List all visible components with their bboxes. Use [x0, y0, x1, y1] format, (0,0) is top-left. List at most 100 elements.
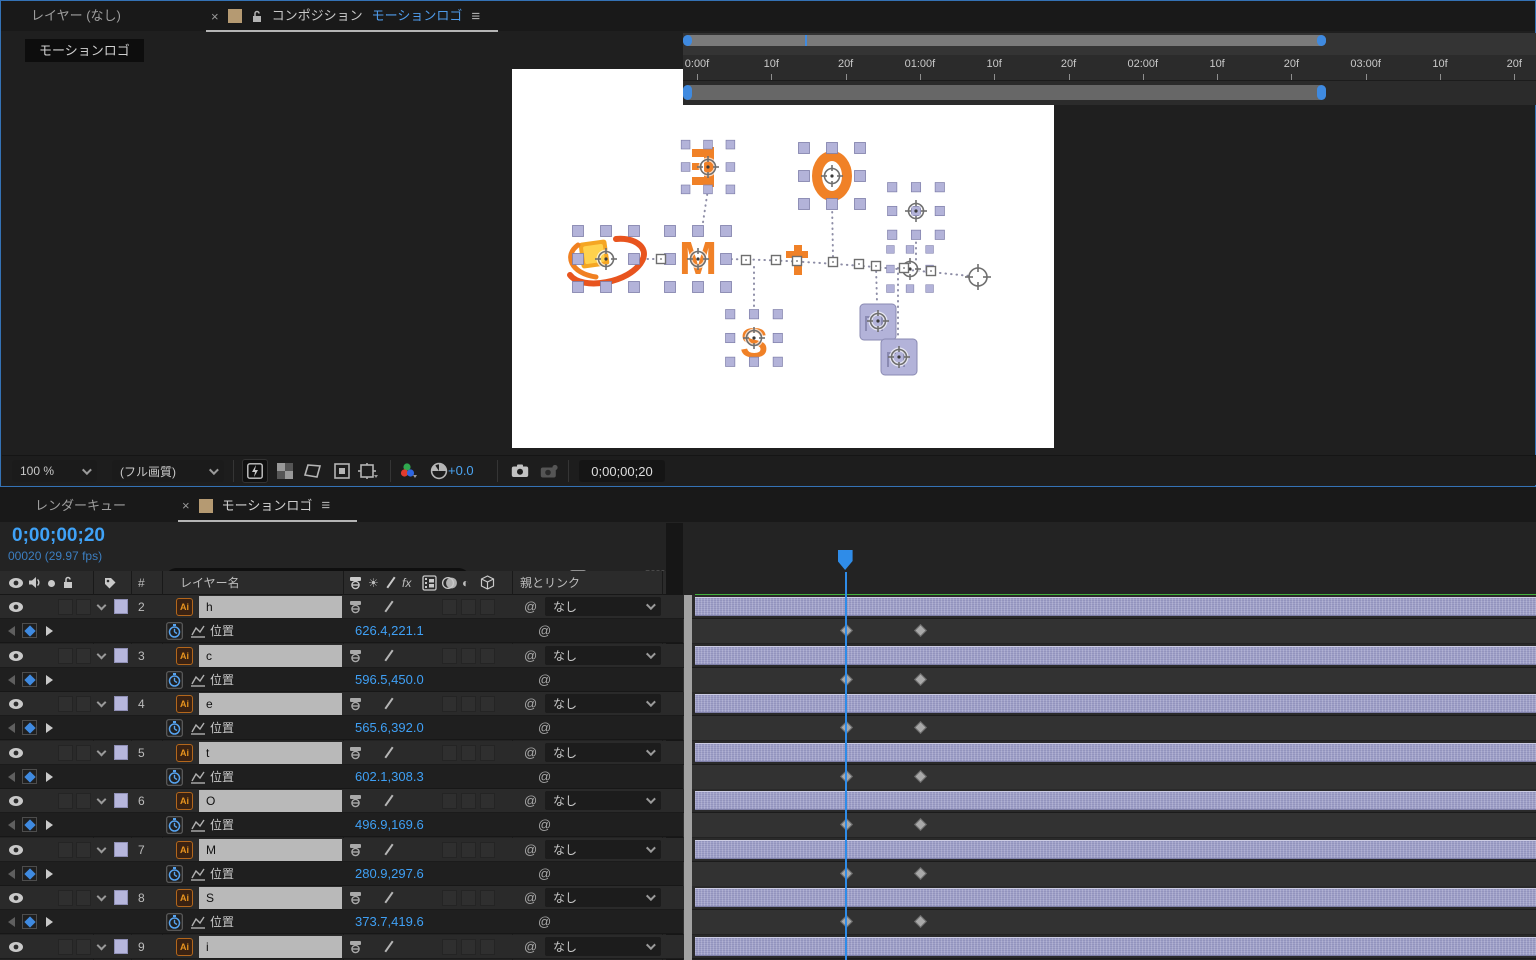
parent-pickwhip-icon[interactable]: @ [524, 886, 537, 910]
stopwatch-icon[interactable] [166, 719, 183, 737]
column-parent-link[interactable]: 親とリンク [520, 571, 580, 595]
tab-render-queue[interactable]: レンダーキュー [35, 491, 126, 521]
show-channel-button[interactable] [396, 459, 422, 483]
layer-duration-bar[interactable] [695, 597, 1536, 616]
layer-duration-bar[interactable] [695, 646, 1536, 665]
mask-visibility-button[interactable] [300, 459, 326, 483]
prev-keyframe-button[interactable] [8, 675, 15, 685]
property-pickwhip-icon[interactable]: @ [538, 619, 551, 643]
parent-dropdown[interactable]: なし [545, 937, 661, 956]
resolution-dropdown[interactable]: (フル画質) [112, 460, 224, 482]
prev-keyframe-button[interactable] [8, 626, 15, 636]
layer-row[interactable]: 3 Ai c @ なし [0, 644, 1536, 668]
stopwatch-icon[interactable] [166, 816, 183, 834]
prev-keyframe-button[interactable] [8, 869, 15, 879]
property-name[interactable]: 位置 [210, 765, 234, 789]
switch-box[interactable] [442, 793, 457, 809]
layer-duration-bar[interactable] [695, 937, 1536, 956]
stopwatch-icon[interactable] [166, 865, 183, 883]
stopwatch-icon[interactable] [166, 913, 183, 931]
switch-box[interactable] [480, 648, 495, 664]
parent-dropdown[interactable]: なし [545, 597, 661, 616]
audio-toggle[interactable] [58, 842, 73, 858]
add-keyframe-button[interactable] [22, 914, 37, 929]
solo-toggle[interactable] [76, 793, 91, 809]
grid-guide-options-button[interactable] [355, 459, 381, 483]
tab-layer-panel[interactable]: レイヤー (なし) [31, 1, 121, 31]
switch-box[interactable] [480, 793, 495, 809]
property-track[interactable] [683, 668, 1536, 692]
switch-box[interactable] [461, 939, 476, 955]
add-keyframe-button[interactable] [22, 720, 37, 735]
magnification-dropdown[interactable]: 100 % [12, 460, 97, 482]
quality-icon[interactable] [386, 577, 395, 589]
label-color-swatch[interactable] [114, 939, 128, 954]
position-property-row[interactable]: 位置 280.9,297.6 @ [0, 862, 1536, 886]
switch-box[interactable] [480, 696, 495, 712]
fast-previews-button[interactable] [242, 459, 268, 483]
quality-toggle[interactable] [384, 650, 393, 662]
eye-icon[interactable] [8, 698, 24, 710]
parent-dropdown[interactable]: なし [545, 646, 661, 665]
prev-keyframe-button[interactable] [8, 820, 15, 830]
shy-icon[interactable] [348, 649, 363, 663]
show-snapshot-button[interactable] [537, 459, 563, 483]
navigator-bar[interactable] [683, 35, 1326, 46]
eye-icon[interactable] [8, 601, 24, 613]
prev-keyframe-button[interactable] [8, 723, 15, 733]
close-icon[interactable]: × [182, 498, 190, 513]
switch-box[interactable] [480, 745, 495, 761]
graph-icon[interactable] [190, 673, 206, 687]
property-pickwhip-icon[interactable]: @ [538, 813, 551, 837]
add-keyframe-button[interactable] [22, 769, 37, 784]
tab-timeline-comp[interactable]: × モーションロゴ ≡ [178, 490, 357, 521]
position-value[interactable]: 496.9,169.6 [355, 813, 424, 837]
layer-name[interactable]: O [206, 789, 215, 813]
layer-row[interactable]: 4 Ai e @ なし [0, 692, 1536, 716]
next-keyframe-button[interactable] [46, 675, 53, 685]
audio-toggle[interactable] [58, 745, 73, 761]
parent-pickwhip-icon[interactable]: @ [524, 838, 537, 862]
solo-toggle[interactable] [76, 890, 91, 906]
position-property-row[interactable]: 位置 626.4,221.1 @ [0, 619, 1536, 643]
layer-name[interactable]: S [206, 886, 214, 910]
next-keyframe-button[interactable] [46, 869, 53, 879]
position-property-row[interactable]: 位置 496.9,169.6 @ [0, 813, 1536, 837]
layer-name[interactable]: t [206, 741, 209, 765]
property-name[interactable]: 位置 [210, 619, 234, 643]
label-icon[interactable] [103, 576, 117, 590]
parent-dropdown[interactable]: なし [545, 888, 661, 907]
layer-duration-bar[interactable] [695, 743, 1536, 762]
lock-icon[interactable] [62, 576, 74, 589]
switch-box[interactable] [480, 599, 495, 615]
solo-toggle[interactable] [76, 599, 91, 615]
effects-icon[interactable]: fx [402, 571, 411, 595]
property-track[interactable] [683, 716, 1536, 740]
region-of-interest-button[interactable] [329, 459, 355, 483]
shy-icon[interactable] [348, 576, 363, 590]
shy-icon[interactable] [348, 843, 363, 857]
expand-chevron-icon[interactable] [97, 892, 107, 902]
expand-chevron-icon[interactable] [97, 941, 107, 951]
layer-row[interactable]: 8 Ai S @ なし [0, 886, 1536, 910]
solo-toggle[interactable] [76, 745, 91, 761]
eye-icon[interactable] [8, 844, 24, 856]
position-property-row[interactable]: 位置 565.6,392.0 @ [0, 716, 1536, 740]
layer-name[interactable]: i [206, 935, 209, 959]
shy-icon[interactable] [348, 746, 363, 760]
position-property-row[interactable]: 位置 373.7,419.6 @ [0, 910, 1536, 934]
audio-toggle[interactable] [58, 696, 73, 712]
quality-toggle[interactable] [384, 747, 393, 759]
layer-duration-bar[interactable] [695, 888, 1536, 907]
solo-toggle[interactable] [76, 648, 91, 664]
property-pickwhip-icon[interactable]: @ [538, 668, 551, 692]
property-track[interactable] [683, 910, 1536, 934]
motion-blur-icon[interactable] [441, 576, 459, 590]
graph-icon[interactable] [190, 770, 206, 784]
property-track[interactable] [683, 813, 1536, 837]
position-value[interactable]: 626.4,221.1 [355, 619, 424, 643]
parent-pickwhip-icon[interactable]: @ [524, 644, 537, 668]
label-color-swatch[interactable] [114, 696, 128, 711]
layer-duration-bar[interactable] [695, 840, 1536, 859]
expand-chevron-icon[interactable] [97, 698, 107, 708]
